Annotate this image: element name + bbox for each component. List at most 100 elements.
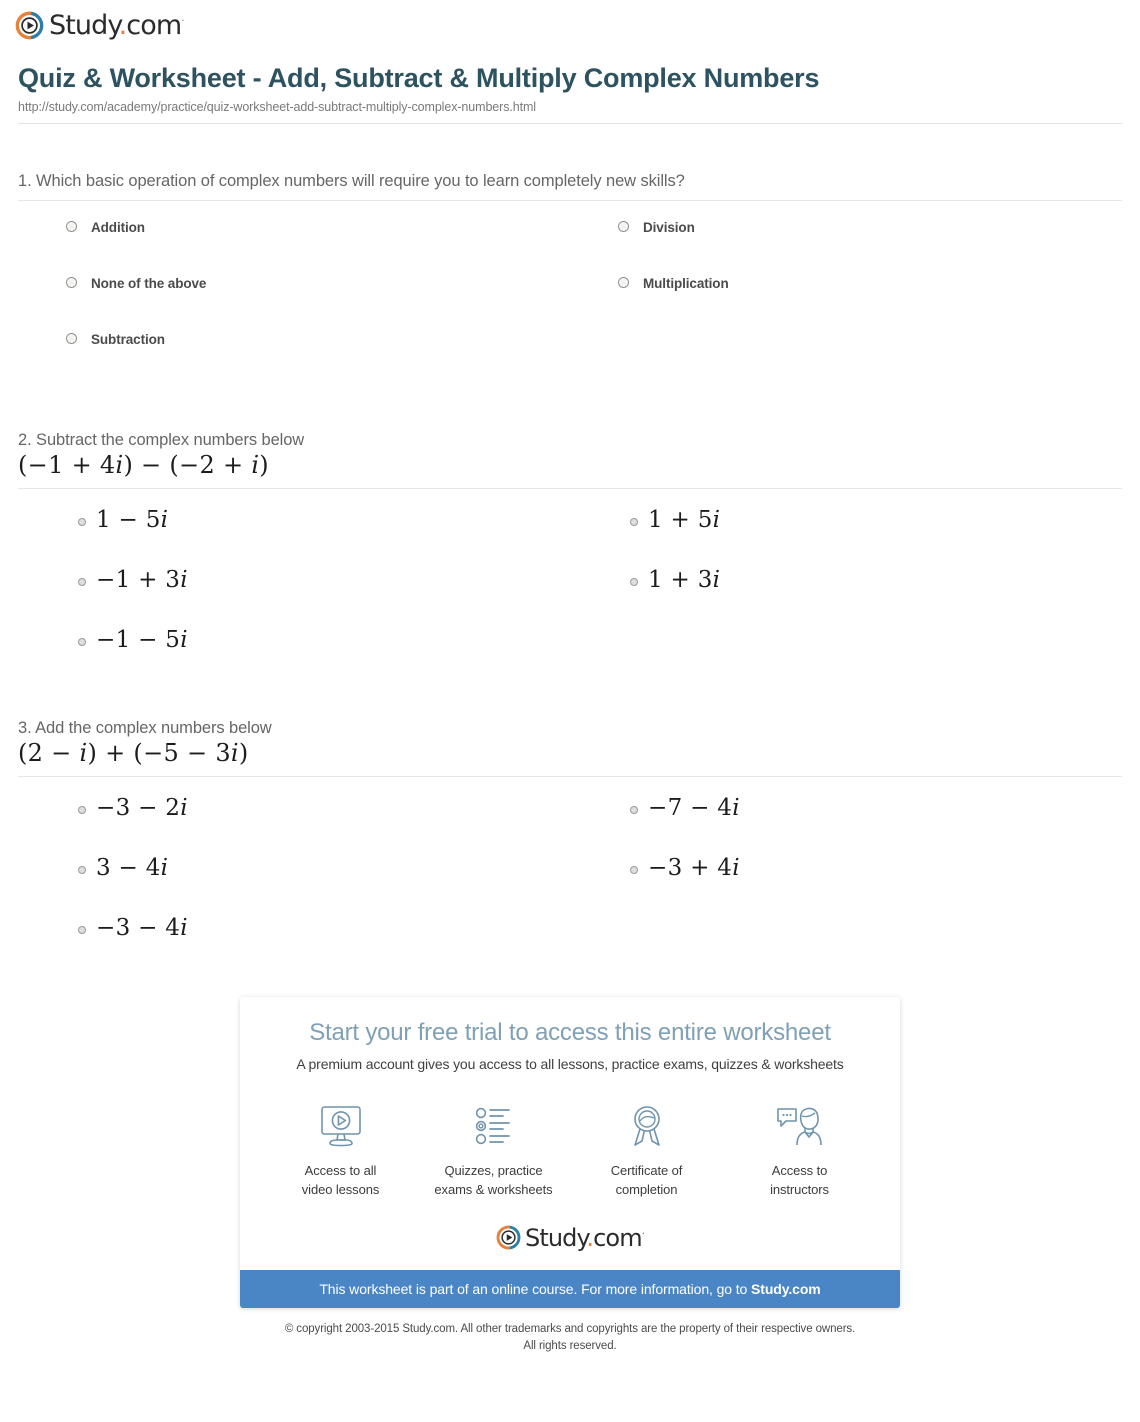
question-1-options-right: Division Multiplication (570, 219, 1122, 387)
promo-banner-text: This worksheet is part of an online cour… (319, 1281, 752, 1298)
promo-section: Start your free trial to access this ent… (0, 996, 1140, 1309)
question-2: 2. Subtract the complex numbers below (−… (0, 429, 1140, 687)
radio-button-icon[interactable] (618, 221, 629, 233)
monitor-play-icon (264, 1100, 417, 1152)
question-1-options-left: Addition None of the above Subtraction (18, 219, 570, 387)
question-2-option-1[interactable]: 1 − 5i (18, 507, 570, 567)
radio-button-icon[interactable] (618, 277, 629, 289)
question-3: 3. Add the complex numbers below (2 − i)… (0, 717, 1140, 975)
feature-quizzes: Quizzes, practice exams & worksheets (417, 1100, 570, 1200)
feature-label-line1: Certificate of (610, 1162, 683, 1178)
option-label: −7 − 4i (648, 794, 740, 821)
copyright-footer: © copyright 2003-2015 Study.com. All oth… (0, 1321, 1140, 1354)
question-1-option-multiplication[interactable]: Multiplication (570, 275, 1122, 331)
promo-banner-link[interactable]: Study.com (751, 1281, 821, 1297)
radio-button-icon[interactable] (66, 333, 77, 345)
promo-logo: Study.com· (240, 1225, 900, 1250)
option-label: 1 + 5i (648, 507, 721, 534)
option-label: −1 + 3i (96, 567, 188, 594)
question-2-expression: (−1 + 4i) − (−2 + i) (18, 451, 269, 480)
question-1-option-division[interactable]: Division (570, 219, 1122, 275)
question-3-options: −3 − 2i 3 − 4i −3 − 4i −7 − 4i −3 + 4i (18, 777, 1122, 975)
question-3-option-5[interactable]: −3 + 4i (570, 855, 1122, 915)
option-label: None of the above (91, 276, 207, 292)
logo-word-main: Study (49, 10, 120, 41)
question-3-options-right: −7 − 4i −3 + 4i (570, 795, 1122, 975)
option-label: Addition (91, 220, 145, 236)
question-3-option-3[interactable]: −3 − 4i (18, 915, 570, 975)
feature-label-line1: Access to all (304, 1162, 377, 1178)
question-3-stem: 3. Add the complex numbers below (18, 719, 272, 738)
radio-button-icon[interactable] (630, 578, 638, 587)
feature-label: Quizzes, practice exams & worksheets (417, 1162, 570, 1200)
page-title: Quiz & Worksheet - Add, Subtract & Multi… (18, 63, 820, 93)
header-divider (18, 122, 1122, 124)
question-1-option-none-of-the-above[interactable]: None of the above (18, 275, 570, 331)
promo-subtitle: A premium account gives you access to al… (296, 1055, 844, 1072)
copyright-line-1: © copyright 2003-2015 Study.com. All oth… (284, 1323, 856, 1336)
radio-button-icon[interactable] (66, 277, 77, 289)
radio-button-icon[interactable] (78, 805, 86, 814)
page-url: http://study.com/academy/practice/quiz-w… (18, 99, 536, 114)
site-header: Study.com· (0, 0, 1140, 40)
radio-button-icon[interactable] (78, 518, 86, 527)
feature-label-line1: Access to (771, 1162, 828, 1178)
study-logo-wordmark: Study.com· (49, 10, 185, 41)
free-trial-card: Start your free trial to access this ent… (240, 996, 900, 1309)
copyright-line-2: All rights reserved. (523, 1340, 617, 1353)
question-2-options: 1 − 5i −1 + 3i −1 − 5i 1 + 5i 1 + 3i (18, 489, 1122, 687)
radio-button-icon[interactable] (630, 805, 638, 814)
title-block: Quiz & Worksheet - Add, Subtract & Multi… (0, 40, 1140, 114)
feature-label-line2: completion (615, 1181, 678, 1197)
option-label: 3 − 4i (96, 854, 169, 881)
option-label: −3 + 4i (648, 854, 740, 881)
logo-word-tld: com (593, 1223, 642, 1252)
radio-button-icon[interactable] (630, 865, 638, 874)
study-logo-icon (496, 1225, 521, 1250)
option-label: Division (643, 220, 695, 236)
feature-label: Access to all video lessons (264, 1162, 417, 1200)
promo-features: Access to all video lessons Quizzes, pra… (240, 1100, 900, 1200)
feature-label-line2: video lessons (301, 1181, 380, 1197)
question-2-options-right: 1 + 5i 1 + 3i (570, 507, 1122, 687)
option-label: −1 − 5i (96, 627, 188, 654)
question-3-option-4[interactable]: −7 − 4i (570, 795, 1122, 855)
radio-button-icon[interactable] (630, 518, 638, 527)
radio-button-icon[interactable] (78, 578, 86, 587)
option-label: −3 − 2i (96, 794, 188, 821)
question-2-option-5[interactable]: 1 + 3i (570, 567, 1122, 627)
question-1-option-subtraction[interactable]: Subtraction (18, 331, 570, 387)
feature-label: Certificate of completion (570, 1162, 723, 1200)
feature-video-lessons: Access to all video lessons (264, 1100, 417, 1200)
question-2-option-4[interactable]: 1 + 5i (570, 507, 1122, 567)
quiz-list-icon (417, 1100, 570, 1152)
question-3-option-1[interactable]: −3 − 2i (18, 795, 570, 855)
promo-banner[interactable]: This worksheet is part of an online cour… (240, 1270, 900, 1309)
question-1-option-addition[interactable]: Addition (18, 219, 570, 275)
feature-instructors: Access to instructors (723, 1100, 876, 1200)
question-3-option-2[interactable]: 3 − 4i (18, 855, 570, 915)
logo-trademark: · (641, 1228, 645, 1240)
award-ribbon-icon (570, 1100, 723, 1152)
option-label: Subtraction (91, 332, 165, 348)
radio-button-icon[interactable] (78, 638, 86, 647)
promo-title: Start your free trial to access this ent… (309, 1018, 831, 1046)
option-label: Multiplication (643, 276, 729, 292)
question-1-options: Addition None of the above Subtraction D… (18, 201, 1122, 387)
feature-label-line2: instructors (770, 1181, 829, 1197)
question-3-options-left: −3 − 2i 3 − 4i −3 − 4i (18, 795, 570, 975)
question-1-stem: 1. Which basic operation of complex numb… (18, 171, 685, 190)
logo-word-tld: com (126, 10, 182, 41)
radio-button-icon[interactable] (66, 221, 77, 233)
study-logo-icon (15, 11, 44, 40)
radio-button-icon[interactable] (78, 925, 86, 934)
study-logo-wordmark: Study.com· (525, 1223, 645, 1252)
feature-label-line2: exams & worksheets (434, 1181, 553, 1197)
feature-label: Access to instructors (723, 1162, 876, 1200)
question-2-option-2[interactable]: −1 + 3i (18, 567, 570, 627)
question-2-stem: 2. Subtract the complex numbers below (18, 431, 305, 450)
logo-trademark: · (181, 16, 184, 27)
radio-button-icon[interactable] (78, 865, 86, 874)
question-2-option-3[interactable]: −1 − 5i (18, 627, 570, 687)
question-3-expression: (2 − i) + (−5 − 3i) (18, 739, 249, 768)
